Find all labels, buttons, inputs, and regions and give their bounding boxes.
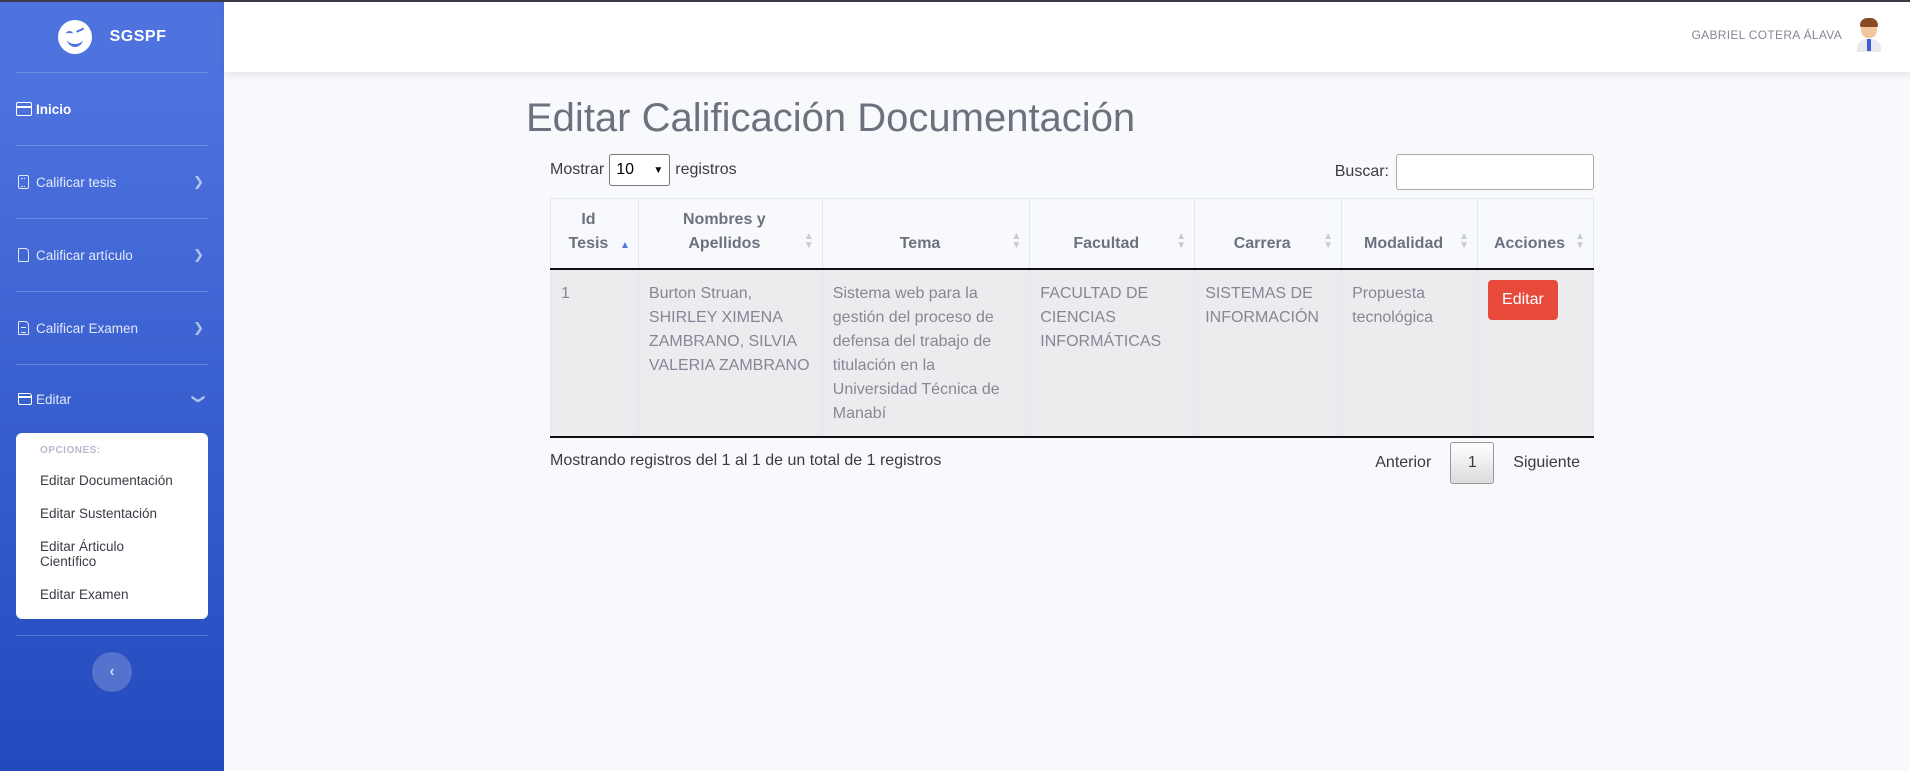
submenu-header: OPCIONES: (40, 445, 101, 456)
sort-icon: ▲ ▼ (1323, 230, 1334, 251)
chevron-right-icon: ❯ (193, 174, 204, 189)
pagination: Anterior 1 Siguiente (1361, 442, 1594, 484)
length-prefix: Mostrar (550, 161, 605, 178)
chevron-left-icon: ‹ (109, 663, 115, 680)
page-title: Editar Calificación Documentación (526, 96, 1136, 140)
submenu-item-editar-documentacion[interactable]: Editar Documentación (16, 464, 208, 497)
chevron-right-icon: ❯ (193, 320, 204, 335)
records-per-page: Mostrar 10 ▼ registros (550, 154, 737, 186)
sidebar: SGSPF Inicio Calificar tesis ❯ Calificar… (0, 2, 224, 771)
column-header-acciones[interactable]: Acciones ▲ ▼ (1477, 198, 1594, 270)
chevron-down-icon: ❯ (191, 393, 207, 405)
sidebar-item-calificar-articulo[interactable]: Calificar artículo ❯ (0, 219, 224, 291)
search-input[interactable] (1396, 154, 1594, 190)
sort-asc-icon: ▲ (620, 239, 630, 251)
column-header-id-tesis[interactable]: Id Tesis ▲ (550, 198, 639, 270)
chevron-right-icon: ❯ (193, 247, 204, 262)
pagination-page-1[interactable]: 1 (1450, 442, 1495, 484)
column-header-carrera[interactable]: Carrera ▲ ▼ (1194, 198, 1343, 270)
submenu-item-editar-articulo[interactable]: Editar Árticulo Científico (16, 530, 208, 578)
pagination-next[interactable]: Siguiente (1499, 454, 1594, 472)
cell-modalidad: Propuesta tecnológica (1341, 268, 1479, 438)
records-per-page-select[interactable]: 10 ▼ (609, 154, 671, 186)
table-info: Mostrando registros del 1 al 1 de un tot… (550, 452, 942, 469)
sort-icon: ▲ ▼ (1011, 230, 1022, 251)
submenu-editar: OPCIONES: Editar Documentación Editar Su… (16, 433, 208, 619)
cell-nombres: Burton Struan, SHIRLEY XIMENA ZAMBRANO, … (637, 268, 823, 438)
grades-table: Id Tesis ▲ Nombres y Apellidos ▲ ▼ Tema ▲… (550, 198, 1594, 438)
cell-tema: Sistema web para la gestión del proceso … (821, 268, 1031, 438)
column-header-nombres[interactable]: Nombres y Apellidos ▲ ▼ (637, 198, 823, 270)
sort-icon: ▲ ▼ (1176, 230, 1187, 251)
sort-icon: ▲ ▼ (1575, 230, 1585, 251)
user-name: GABRIEL COTERA ÁLAVA (1691, 28, 1842, 42)
search-label: Buscar: (1334, 163, 1389, 180)
brand[interactable]: SGSPF (0, 2, 224, 72)
sidebar-item-calificar-tesis[interactable]: Calificar tesis ❯ (0, 146, 224, 218)
sidebar-item-inicio[interactable]: Inicio (0, 73, 224, 145)
pagination-previous[interactable]: Anterior (1361, 454, 1445, 472)
window-icon (16, 102, 32, 116)
cell-carrera: SISTEMAS DE INFORMACIÓN (1194, 268, 1343, 438)
records-per-page-value: 10 (616, 161, 635, 178)
avatar (1854, 18, 1884, 52)
file-text-icon (18, 321, 29, 335)
sidebar-item-editar[interactable]: Editar ❯ (0, 365, 224, 433)
topbar: GABRIEL COTERA ÁLAVA (224, 2, 1910, 72)
edit-button[interactable]: Editar (1488, 279, 1558, 320)
sidebar-toggle-button[interactable]: ‹ (92, 652, 132, 692)
user-menu[interactable]: GABRIEL COTERA ÁLAVA (1692, 18, 1885, 52)
calculator-icon (18, 175, 29, 189)
sidebar-item-label: Calificar Examen (36, 320, 139, 336)
column-header-facultad[interactable]: Facultad ▲ ▼ (1029, 198, 1196, 270)
submenu-item-editar-examen[interactable]: Editar Examen (16, 578, 208, 611)
brand-name: SGSPF (109, 28, 167, 45)
sort-icon: ▲ ▼ (1459, 230, 1470, 251)
cell-facultad: FACULTAD DE CIENCIAS INFORMÁTICAS (1029, 268, 1196, 438)
sidebar-item-label: Calificar artículo (36, 247, 133, 263)
cell-acciones: Editar (1477, 268, 1594, 438)
file-icon (18, 248, 29, 262)
chevron-down-icon: ▼ (653, 164, 664, 176)
table-header-row: Id Tesis ▲ Nombres y Apellidos ▲ ▼ Tema ▲… (550, 198, 1594, 270)
winking-face-icon (57, 20, 92, 54)
sidebar-item-label: Inicio (36, 101, 72, 117)
table-row: 1 Burton Struan, SHIRLEY XIMENA ZAMBRANO… (550, 268, 1594, 438)
cell-id: 1 (550, 268, 639, 438)
sort-icon: ▲ ▼ (803, 230, 814, 251)
sidebar-item-label: Editar (36, 391, 72, 407)
sidebar-divider (16, 635, 208, 636)
column-header-tema[interactable]: Tema ▲ ▼ (821, 198, 1031, 270)
table-search: Buscar: (1335, 154, 1594, 190)
folder-icon (18, 393, 32, 405)
length-suffix: registros (675, 161, 737, 178)
submenu-item-editar-sustentacion[interactable]: Editar Sustentación (16, 497, 208, 530)
sidebar-item-calificar-examen[interactable]: Calificar Examen ❯ (0, 292, 224, 364)
column-header-modalidad[interactable]: Modalidad ▲ ▼ (1341, 198, 1479, 270)
sidebar-item-label: Calificar tesis (36, 174, 117, 190)
